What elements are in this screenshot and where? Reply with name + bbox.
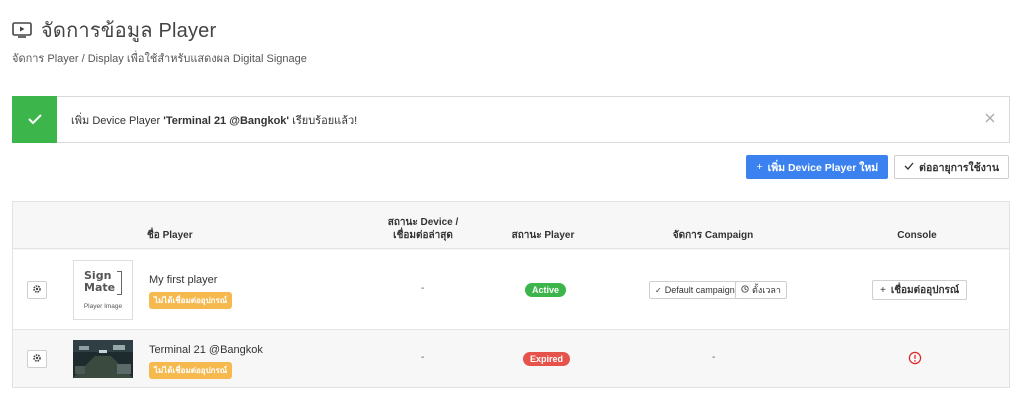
check-icon bbox=[904, 161, 914, 173]
default-campaign-button[interactable]: ✓ Default campaign bbox=[649, 281, 741, 299]
player-name[interactable]: My first player bbox=[149, 274, 217, 286]
logo-text: Mate bbox=[84, 281, 116, 294]
campaign-value: - bbox=[712, 352, 716, 363]
check-icon bbox=[12, 95, 57, 143]
page-header: จัดการข้อมูล Player bbox=[12, 14, 216, 46]
table-header: ชื่อ Player สถานะ Device / เชื่อมต่อล่าส… bbox=[13, 202, 1009, 249]
clock-icon bbox=[741, 285, 749, 295]
page-title: จัดการข้อมูล Player bbox=[41, 20, 217, 42]
connect-device-button[interactable]: + เชื่อมต่ออุปกรณ์ bbox=[872, 280, 968, 300]
status-badge: Expired bbox=[523, 352, 571, 366]
settings-button[interactable] bbox=[27, 350, 47, 368]
plus-icon: + bbox=[756, 161, 763, 173]
table-row: Terminal 21 @Bangkok ไม่ได้เชื่อมต่ออุปก… bbox=[13, 330, 1009, 387]
player-image: Sign Mate Player Image bbox=[73, 260, 133, 320]
gear-icon bbox=[32, 281, 42, 299]
status-badge: Active bbox=[525, 283, 567, 297]
settings-button[interactable] bbox=[27, 281, 47, 299]
logo-mark bbox=[117, 271, 122, 295]
gear-icon bbox=[32, 350, 42, 368]
alert-player-name: 'Terminal 21 @Bangkok' bbox=[163, 114, 290, 127]
renew-button[interactable]: ต่ออายุการใช้งาน bbox=[894, 155, 1009, 179]
page-subtitle: จัดการ Player / Display เพื่อใช้สำหรับแส… bbox=[12, 53, 307, 65]
alert-circle-icon[interactable] bbox=[908, 351, 922, 365]
col-campaign: จัดการ Campaign bbox=[672, 230, 754, 241]
connection-badge: ไม่ได้เชื่อมต่ออุปกรณ์ bbox=[149, 362, 233, 379]
device-status: - bbox=[421, 352, 425, 363]
col-name: ชื่อ Player bbox=[147, 230, 193, 241]
alert-message: เพิ่ม Device Player 'Terminal 21 @Bangko… bbox=[71, 114, 358, 127]
action-bar: + เพิ่ม Device Player ใหม่ ต่ออายุการใช้… bbox=[746, 155, 1009, 179]
table-row: Sign Mate Player Image My first player ไ… bbox=[13, 250, 1009, 330]
schedule-button[interactable]: ตั้งเวลา bbox=[735, 281, 787, 299]
player-table: ชื่อ Player สถานะ Device / เชื่อมต่อล่าส… bbox=[12, 201, 1010, 388]
player-image bbox=[73, 340, 133, 378]
player-name[interactable]: Terminal 21 @Bangkok bbox=[149, 344, 263, 356]
plus-icon: + bbox=[880, 284, 886, 296]
connection-badge: ไม่ได้เชื่อมต่ออุปกรณ์ bbox=[149, 292, 233, 309]
logo-caption: Player Image bbox=[83, 303, 123, 310]
add-player-button[interactable]: + เพิ่ม Device Player ใหม่ bbox=[746, 155, 889, 179]
display-icon bbox=[12, 22, 32, 38]
close-icon[interactable] bbox=[983, 111, 997, 125]
col-console: Console bbox=[897, 230, 937, 241]
device-status: - bbox=[421, 283, 425, 294]
col-player-status: สถานะ Player bbox=[511, 230, 575, 241]
success-alert: เพิ่ม Device Player 'Terminal 21 @Bangko… bbox=[12, 95, 1010, 143]
col-device-status: สถานะ Device / เชื่อมต่อล่าสุด bbox=[387, 217, 459, 241]
check-icon: ✓ bbox=[655, 285, 662, 295]
